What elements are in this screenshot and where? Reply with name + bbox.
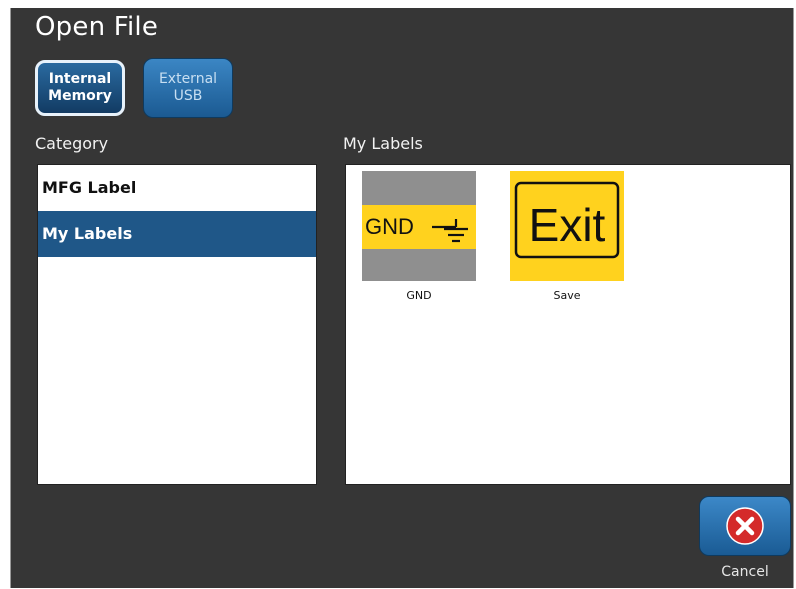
cancel-label: Cancel xyxy=(721,564,769,580)
label-file-save[interactable]: Exit Save xyxy=(510,171,624,302)
category-item-mfg-label[interactable]: MFG Label xyxy=(38,165,316,211)
external-usb-button[interactable]: External USB xyxy=(143,58,233,118)
close-x-circle-icon xyxy=(726,507,764,545)
category-heading: Category xyxy=(35,134,109,153)
internal-memory-button[interactable]: Internal Memory xyxy=(35,60,125,116)
labels-grid: GND GND Exit Save xyxy=(345,164,791,485)
cancel-button[interactable] xyxy=(699,496,791,556)
label-caption-save: Save xyxy=(553,289,581,302)
label-caption-gnd: GND xyxy=(406,289,432,302)
gnd-label-thumbnail: GND xyxy=(362,171,476,281)
labels-heading: My Labels xyxy=(343,134,423,153)
category-item-my-labels[interactable]: My Labels xyxy=(38,211,316,257)
exit-thumb-text: Exit xyxy=(529,199,606,251)
gnd-thumb-text: GND xyxy=(365,214,414,239)
exit-label-thumbnail: Exit xyxy=(510,171,624,281)
label-file-gnd[interactable]: GND GND xyxy=(362,171,476,302)
dialog-title: Open File xyxy=(35,12,159,42)
open-file-dialog: Open File Internal Memory External USB C… xyxy=(10,8,794,588)
category-list: MFG Label My Labels xyxy=(37,164,317,485)
